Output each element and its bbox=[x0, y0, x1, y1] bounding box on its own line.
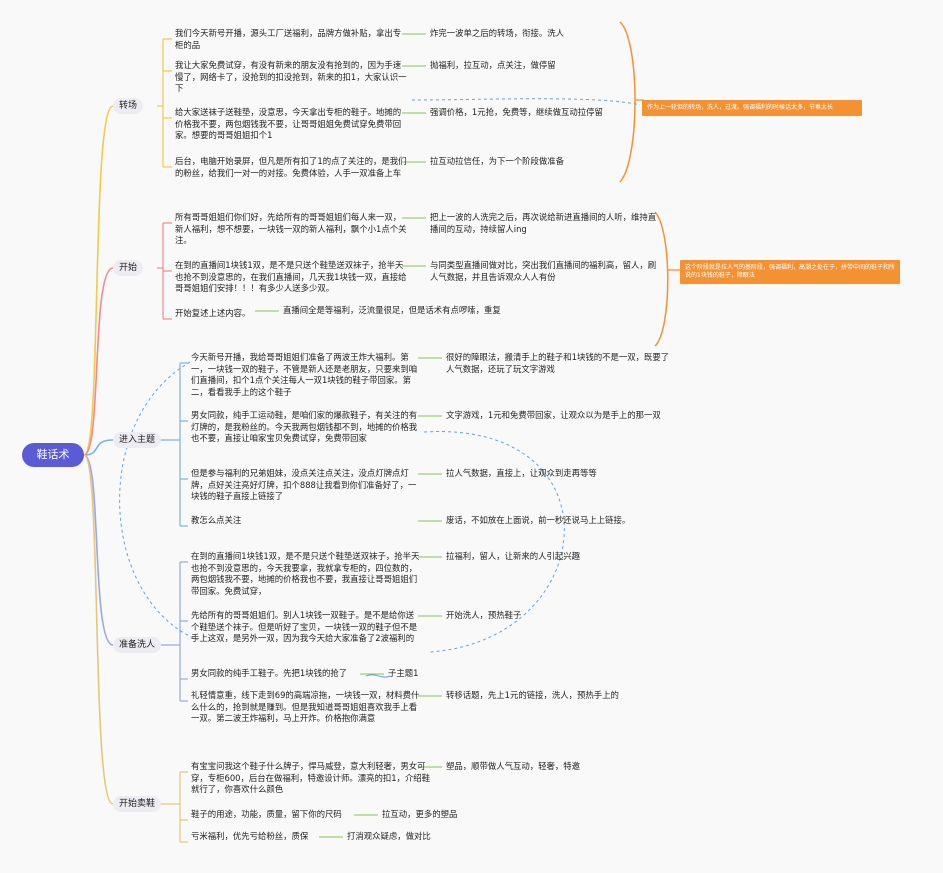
subtopic-4-3[interactable]: 子主题1 bbox=[388, 668, 448, 680]
subtopic-4-1[interactable]: 拉福利，留人，让新来的人引起兴趣 bbox=[446, 551, 646, 563]
topic-1-1[interactable]: 我们今天新号开播，源头工厂送福利，品牌方做补贴，拿出专柜的品 bbox=[175, 28, 407, 51]
subtopic-5-1[interactable]: 塑品，顺带做人气互动，轻奢，特邀 bbox=[446, 761, 626, 773]
subtopic-3-1[interactable]: 很好的障眼法，搬清手上的鞋子和1块钱的不是一双，既要了人气数据，还玩了玩文字游戏 bbox=[446, 352, 674, 375]
subtopic-1-4[interactable]: 拉互动拉信任，为下一个阶段做准备 bbox=[430, 156, 630, 168]
topic-3-2[interactable]: 男女同款，纯手工运动鞋，是咱们家的爆款鞋子，有关注的有灯牌的，是我粉丝的。今天我… bbox=[191, 410, 421, 445]
summary-note-2: 这个阶段就是拉人气的基阶段，强调福利，高潮之处在于，拼带中间的鞋子和所说的1块钱… bbox=[680, 260, 900, 284]
subtopic-5-3[interactable]: 打消观众疑虑，做对比 bbox=[347, 831, 497, 843]
topic-4-2[interactable]: 先给所有的哥哥姐姐们。别人1块钱一双鞋子。是不是给你送个鞋垫送个袜子。但是听好了… bbox=[191, 610, 421, 645]
subtopic-1-1[interactable]: 炸完一波单之后的转场，衔接。洗人 bbox=[430, 28, 630, 40]
subtopic-3-4[interactable]: 废话，不如放在上面说，前一秒还说马上上链接。 bbox=[446, 515, 674, 527]
branch-connector bbox=[83, 267, 114, 456]
topic-4-3[interactable]: 男女同款的纯手工鞋子。先把1块钱的抢了 bbox=[191, 668, 421, 680]
branch-5[interactable]: 开始卖鞋 bbox=[113, 796, 162, 812]
root-topic[interactable]: 鞋话术 bbox=[22, 443, 84, 467]
topic-3-4[interactable]: 教怎么点关注 bbox=[191, 515, 421, 527]
mindmap-canvas: 鞋话术 转场 我们今天新号开播，源头工厂送福利，品牌方做补贴，拿出专柜的品 炸完一波单… bbox=[0, 0, 943, 873]
topic-4-4[interactable]: 礼轻情意重，线下走到69的高端凉拖，一块钱一双，材料费什么什么的，抢到就是赚到。… bbox=[191, 690, 421, 725]
subtopic-1-3[interactable]: 强调价格，1元抢，免费等，继续做互动拉停留 bbox=[430, 107, 630, 119]
subtopic-2-3[interactable]: 直播间全是等福利，泛流量很足，但是话术有点啰嗦，重复 bbox=[283, 305, 528, 317]
subtopic-5-2[interactable]: 拉互动，更多的塑品 bbox=[382, 809, 502, 821]
subtopic-4-2[interactable]: 开始洗人，预热鞋子 bbox=[446, 610, 646, 622]
subtopic-1-2[interactable]: 抛福利，拉互动，点关注，做停留 bbox=[430, 60, 630, 72]
topic-3-3[interactable]: 但是参与福利的兄弟姐妹，没点关注点关注，没点灯牌点灯牌，点好关注亮好灯牌，扣个8… bbox=[191, 468, 421, 503]
subtopic-2-2[interactable]: 与同类型直播间做对比，突出我们直播间的福利高，留人，刷人气数据，并且告诉观众人人… bbox=[430, 260, 660, 283]
branch-4[interactable]: 准备洗人 bbox=[113, 637, 162, 653]
topic-2-2[interactable]: 在到的直播间1块钱1双，是不是只送个鞋垫送双袜子，抢半天也抢不到没意思的，在我们… bbox=[175, 260, 407, 295]
branch-3[interactable]: 进入主题 bbox=[113, 432, 162, 448]
topic-5-1[interactable]: 有宝宝问我这个鞋子什么牌子，悍马威登，意大利轻奢，男女可穿，专柜600，后台在做… bbox=[191, 761, 436, 796]
topic-3-1[interactable]: 今天新号开播，我给哥哥姐姐们准备了两波王炸大福利。第一，一块钱一双的鞋子，不管是… bbox=[191, 352, 421, 398]
subtopic-3-3[interactable]: 拉人气数据，直接上，让观众到走再等等 bbox=[446, 468, 674, 480]
topic-2-1[interactable]: 所有哥哥姐姐们你们好，先给所有的哥哥姐姐们每人来一双，新人福利，想不想要，一块钱… bbox=[175, 212, 407, 247]
branch-1[interactable]: 转场 bbox=[113, 98, 144, 114]
topic-1-3[interactable]: 给大家送袜子送鞋垫，没意思，今天拿出专柜的鞋子。地摊的价格我不要，两包烟钱我不要… bbox=[175, 107, 407, 142]
branch-connector bbox=[83, 105, 114, 456]
branch-2[interactable]: 开始 bbox=[113, 260, 144, 276]
branch-connector bbox=[83, 454, 114, 646]
subtopic-2-1[interactable]: 把上一波的人洗完之后，再次说给新进直播间的人听，维持直播间的互动，持续留人ing bbox=[430, 212, 660, 235]
branch-connector bbox=[83, 454, 114, 805]
topic-1-2[interactable]: 我让大家免费试穿，有没有新来的朋友没有抢到的，因为手速慢了，网络卡了，没抢到的扣… bbox=[175, 60, 407, 95]
topic-1-4[interactable]: 后台，电脑开始录屏，但凡是所有扣了1的点了关注的，是我们的粉丝，给我们一对一的对… bbox=[175, 156, 407, 179]
summary-note-1: 作为上一轮但的转场，洗人，过渡。强调福利的时候话太多，节奏太长 bbox=[642, 100, 862, 116]
subtopic-3-2[interactable]: 文字游戏，1元和免费带回家，让观众以为是手上的那一双 bbox=[446, 410, 674, 422]
subtopic-4-4[interactable]: 转移话题，先上1元的链接，洗人，预热手上的 bbox=[446, 690, 646, 702]
topic-4-1[interactable]: 在到的直播间1块钱1双，是不是只送个鞋垫送双袜子，抢半天也抢不到没意思的，今天我… bbox=[191, 551, 421, 597]
